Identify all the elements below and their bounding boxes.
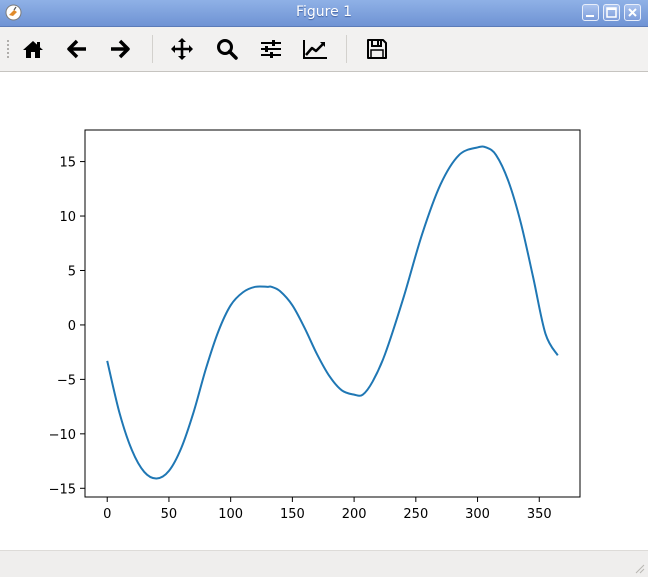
axes-frame xyxy=(84,129,581,498)
line-chart-icon xyxy=(303,40,327,59)
maximize-button[interactable] xyxy=(603,4,620,21)
edit-axis-button[interactable] xyxy=(300,35,330,63)
pan-button[interactable] xyxy=(167,35,197,63)
y-tick-label: 10 xyxy=(59,210,76,225)
home-button[interactable] xyxy=(18,35,48,63)
y-tick-label: 15 xyxy=(59,156,76,171)
toolbar-separator xyxy=(346,35,347,63)
forward-button[interactable] xyxy=(105,35,135,63)
window-title: Figure 1 xyxy=(295,4,353,20)
move-icon xyxy=(171,38,193,60)
y-tick-label: 0 xyxy=(68,319,76,334)
x-tick-label: 250 xyxy=(403,507,428,522)
resize-grip-icon[interactable] xyxy=(633,562,645,574)
save-button[interactable] xyxy=(362,35,392,63)
x-tick-label: 300 xyxy=(465,507,490,522)
x-tick-label: 150 xyxy=(280,507,305,522)
sliders-icon xyxy=(261,40,281,58)
x-tick-label: 100 xyxy=(218,507,243,522)
x-tick-label: 0 xyxy=(103,507,111,522)
title-bar[interactable]: Figure 1 xyxy=(0,0,648,27)
y-tick-label: 5 xyxy=(68,264,76,279)
x-axis: 0 50 100 150 200 250 300 350 xyxy=(103,497,552,522)
y-axis: −15 −10 −5 0 5 10 15 xyxy=(49,156,85,497)
toolbar-separator xyxy=(152,35,153,63)
maximize-icon xyxy=(606,7,617,18)
minimize-button[interactable] xyxy=(582,4,599,21)
navigation-toolbar xyxy=(0,27,648,72)
line-chart[interactable]: 0 50 100 150 200 250 300 350 −15 −10 −5 0 5 10 15 xyxy=(0,72,648,550)
status-bar xyxy=(0,550,648,577)
x-tick-label: 50 xyxy=(161,507,178,522)
x-tick-label: 200 xyxy=(342,507,367,522)
floppy-disk-icon xyxy=(367,39,387,59)
configure-subplots-button[interactable] xyxy=(256,35,286,63)
zoom-button[interactable] xyxy=(212,35,242,63)
minimize-icon xyxy=(586,15,594,17)
close-icon xyxy=(628,8,637,17)
arrow-right-icon xyxy=(111,39,130,59)
y-tick-label: −15 xyxy=(49,482,76,497)
figure-window: Figure 1 0 50 100 150 200 250 300 350 −1… xyxy=(0,0,648,577)
arrow-left-icon xyxy=(67,39,86,59)
toolbar-grip[interactable] xyxy=(6,39,10,59)
magnifier-icon xyxy=(217,39,238,60)
x-tick-label: 350 xyxy=(527,507,552,522)
y-tick-label: −5 xyxy=(57,373,76,388)
y-tick-label: −10 xyxy=(49,428,76,443)
figure-canvas[interactable]: 0 50 100 150 200 250 300 350 −15 −10 −5 0 5 10 15 xyxy=(0,72,648,550)
home-icon xyxy=(23,41,43,58)
close-button[interactable] xyxy=(624,4,641,21)
back-button[interactable] xyxy=(62,35,92,63)
